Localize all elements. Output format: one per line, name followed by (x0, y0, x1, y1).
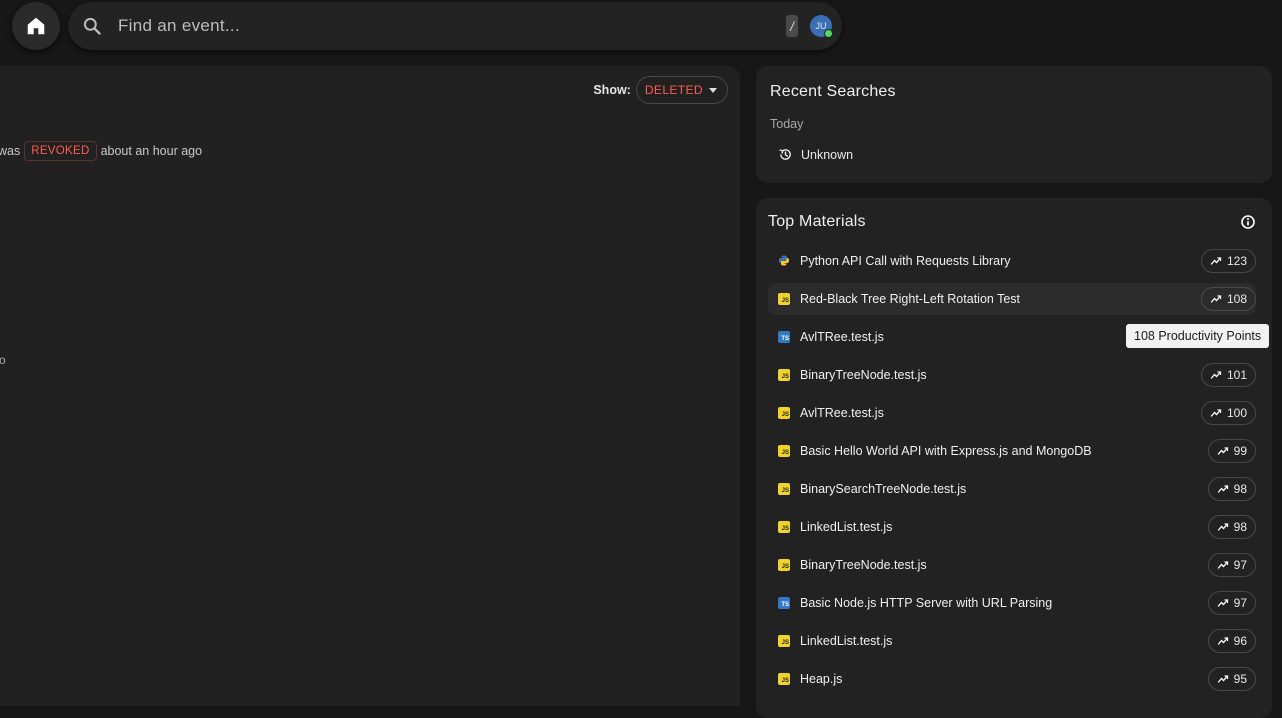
productivity-points-badge[interactable]: 98 (1207, 477, 1256, 501)
trending-up-icon (1217, 447, 1228, 455)
typescript-file-icon: TS (778, 597, 790, 609)
trending-up-icon (1217, 523, 1228, 531)
productivity-points-badge[interactable]: 97 (1207, 553, 1256, 577)
points-value: 108 (1226, 292, 1247, 306)
events-panel: Show: DELETED was REVOKED about an hour … (0, 66, 740, 706)
material-row[interactable]: JS AvlTRee.test.js 100 (768, 397, 1256, 429)
python-file-icon (778, 255, 790, 267)
info-icon[interactable] (1240, 214, 1256, 230)
material-name: LinkedList.test.js (800, 634, 893, 648)
material-row[interactable]: JS Red-Black Tree Right-Left Rotation Tes… (768, 283, 1256, 315)
home-button[interactable] (12, 2, 60, 50)
event-prefix: was (0, 144, 21, 158)
points-value: 97 (1233, 596, 1247, 610)
recent-search-label: Unknown (801, 147, 854, 162)
productivity-points-badge[interactable]: 100 (1200, 401, 1256, 425)
show-filter-value: DELETED (644, 83, 703, 97)
material-row[interactable]: TS Basic Node.js HTTP Server with URL Par… (768, 587, 1256, 619)
points-value: 96 (1233, 634, 1247, 648)
material-name: Python API Call with Requests Library (800, 254, 1011, 268)
trending-up-icon (1217, 637, 1228, 645)
history-icon (779, 149, 791, 160)
points-tooltip: 108 Productivity Points (1126, 324, 1270, 348)
material-name: BinaryTreeNode.test.js (800, 558, 927, 572)
show-filter-select[interactable]: DELETED (635, 76, 728, 104)
material-name: Red-Black Tree Right-Left Rotation Test (800, 292, 1021, 306)
productivity-points-badge[interactable]: 98 (1207, 515, 1256, 539)
top-materials-card: Top Materials Python API Call with Reque… (756, 198, 1272, 718)
event-text-fragment: o (0, 353, 6, 367)
material-name: Heap.js (800, 672, 843, 686)
show-filter: Show: DELETED (593, 76, 728, 104)
online-status-dot (824, 29, 833, 38)
recent-search-item[interactable]: Unknown (778, 147, 853, 162)
typescript-file-icon: TS (778, 331, 790, 343)
recent-searches-card: Recent Searches Today Unknown (756, 66, 1272, 183)
trending-up-icon (1217, 675, 1228, 683)
material-row[interactable]: JS Heap.js 95 (768, 663, 1256, 695)
chevron-down-icon (709, 87, 717, 93)
search-input[interactable] (116, 15, 786, 37)
material-name: AvlTRee.test.js (800, 330, 884, 344)
trending-up-icon (1217, 485, 1228, 493)
material-row[interactable]: JS BinaryTreeNode.test.js 101 (768, 359, 1256, 391)
material-name: BinarySearchTreeNode.test.js (800, 482, 967, 496)
material-name: Basic Hello World API with Express.js an… (800, 444, 1092, 458)
productivity-points-badge[interactable]: 108 (1200, 287, 1256, 311)
points-value: 101 (1226, 368, 1247, 382)
productivity-points-badge[interactable]: 96 (1207, 629, 1256, 653)
material-name: AvlTRee.test.js (800, 406, 884, 420)
productivity-points-badge[interactable]: 101 (1200, 363, 1256, 387)
points-value: 99 (1233, 444, 1247, 458)
points-value: 100 (1226, 406, 1247, 420)
material-name: LinkedList.test.js (800, 520, 893, 534)
points-value: 98 (1233, 520, 1247, 534)
material-row[interactable]: JS BinarySearchTreeNode.test.js 98 (768, 473, 1256, 505)
home-icon (27, 17, 45, 35)
productivity-points-badge[interactable]: 95 (1207, 667, 1256, 691)
event-time: about an hour ago (100, 144, 203, 158)
trending-up-icon (1210, 295, 1222, 303)
recent-searches-title: Recent Searches (770, 83, 896, 100)
top-materials-title: Top Materials (768, 213, 866, 230)
productivity-points-badge[interactable]: 99 (1207, 439, 1256, 463)
javascript-file-icon: JS (778, 407, 790, 419)
material-row[interactable]: JS Basic Hello World API with Express.js … (768, 435, 1256, 467)
status-badge: REVOKED (24, 141, 97, 161)
material-row[interactable]: JS BinaryTreeNode.test.js 97 (768, 549, 1256, 581)
javascript-file-icon: JS (778, 483, 790, 495)
trending-up-icon (1217, 561, 1228, 569)
javascript-file-icon: JS (778, 369, 790, 381)
shortcut-key-hint: / (786, 15, 798, 37)
points-value: 123 (1226, 254, 1247, 268)
trending-up-icon (1217, 599, 1228, 607)
javascript-file-icon: JS (778, 293, 790, 305)
material-name: Basic Node.js HTTP Server with URL Parsi… (800, 596, 1053, 610)
javascript-file-icon: JS (778, 559, 790, 571)
javascript-file-icon: JS (778, 635, 790, 647)
productivity-points-badge[interactable]: 97 (1207, 591, 1256, 615)
javascript-file-icon: JS (778, 521, 790, 533)
show-filter-label: Show: (593, 83, 631, 97)
search-icon (82, 16, 102, 36)
trending-up-icon (1210, 409, 1222, 417)
points-value: 97 (1233, 558, 1247, 572)
trending-up-icon (1210, 257, 1222, 265)
event-item: was REVOKED about an hour ago (0, 141, 202, 161)
material-row[interactable]: JS LinkedList.test.js 98 (768, 511, 1256, 543)
points-value: 95 (1233, 672, 1247, 686)
user-avatar[interactable]: JU (810, 15, 833, 38)
productivity-points-badge[interactable]: 123 (1200, 249, 1256, 273)
javascript-file-icon: JS (778, 445, 790, 457)
top-materials-list: Python API Call with Requests Library 123… (768, 245, 1256, 701)
recent-searches-group-label: Today (770, 117, 804, 131)
points-value: 98 (1233, 482, 1247, 496)
search-bar[interactable]: / JU (68, 2, 842, 50)
material-name: BinaryTreeNode.test.js (800, 368, 927, 382)
material-row[interactable]: Python API Call with Requests Library 123 (768, 245, 1256, 277)
javascript-file-icon: JS (778, 673, 790, 685)
trending-up-icon (1210, 371, 1222, 379)
material-row[interactable]: JS LinkedList.test.js 96 (768, 625, 1256, 657)
